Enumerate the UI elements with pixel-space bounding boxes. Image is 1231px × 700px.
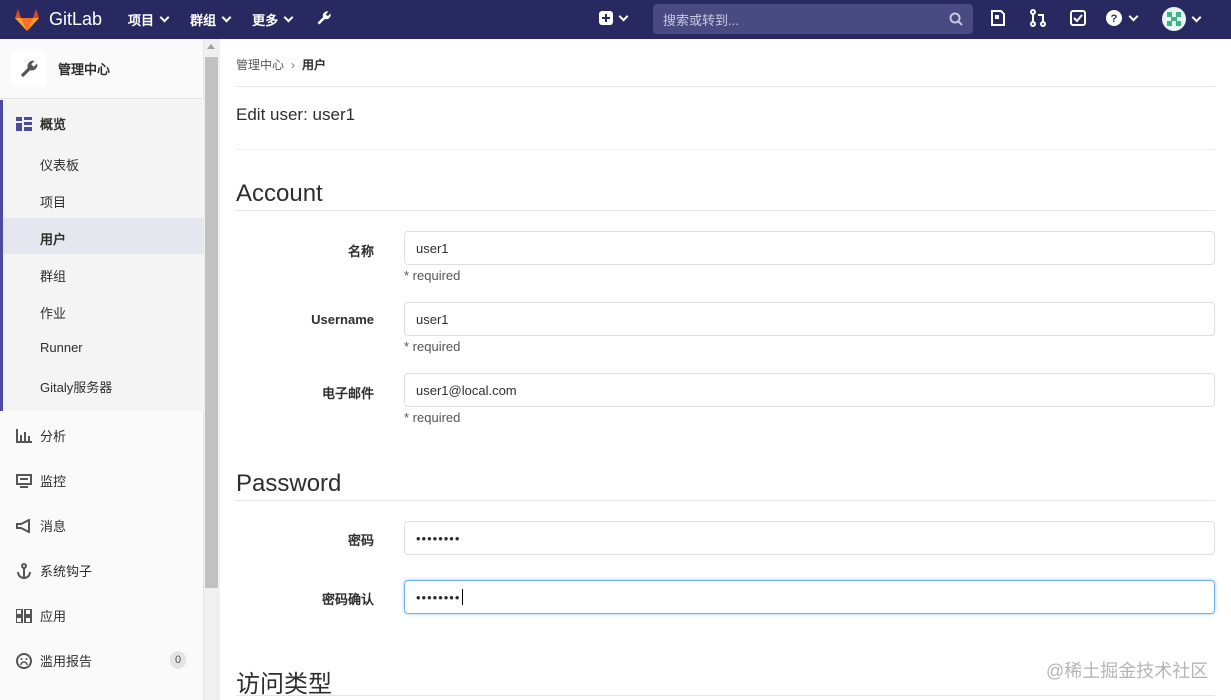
divider — [236, 500, 1215, 501]
chart-bar-icon — [16, 428, 32, 443]
top-navbar: GitLab 项目 群组 更多 搜索或转到... ? — [0, 0, 1231, 39]
required-hint: * required — [404, 410, 461, 425]
brand-name: GitLab — [49, 9, 103, 29]
password-confirm-field[interactable]: •••••••• — [404, 580, 1215, 614]
new-item-button[interactable] — [599, 11, 629, 25]
abuse-count-badge: 0 — [170, 651, 186, 669]
svg-text:?: ? — [1111, 13, 1118, 25]
wrench-icon — [20, 60, 38, 77]
sidebar-item-dashboard[interactable]: 仪表板 — [40, 155, 79, 174]
name-label: 名称 — [347, 244, 374, 259]
sidebar-item-system-hooks[interactable]: 系统钩子 — [16, 561, 92, 580]
brand-link[interactable]: GitLab — [14, 8, 102, 32]
password-confirm-label: 密码确认 — [321, 592, 374, 607]
breadcrumb-current[interactable]: 用户 — [302, 56, 326, 73]
chevron-down-icon — [159, 12, 170, 23]
dashboard-grid-icon — [16, 116, 32, 131]
access-section-title: 访问类型 — [236, 671, 332, 698]
email-label: 电子邮件 — [321, 386, 374, 401]
account-section-title: Account — [236, 180, 323, 207]
merge-requests-icon[interactable] — [1030, 9, 1046, 27]
admin-wrench-icon[interactable] — [316, 10, 332, 29]
sidebar-item-analytics[interactable]: 分析 — [16, 426, 66, 445]
sidebar-item-jobs[interactable]: 作业 — [40, 303, 66, 322]
username-field[interactable]: user1 — [404, 302, 1215, 336]
chevron-down-icon — [283, 12, 294, 23]
user-menu[interactable] — [1162, 7, 1202, 31]
help-icon: ? — [1106, 10, 1122, 26]
sidebar-header[interactable]: 管理中心 — [0, 39, 204, 99]
watermark: @稀土掘金技术社区 — [1046, 661, 1209, 681]
search-placeholder: 搜索或转到... — [663, 12, 739, 28]
nav-groups[interactable]: 群组 — [190, 10, 232, 29]
admin-avatar — [11, 50, 47, 87]
name-field[interactable]: user1 — [404, 231, 1215, 265]
megaphone-icon — [16, 518, 30, 533]
sidebar-item-runners[interactable]: Runner — [40, 340, 83, 355]
password-field[interactable]: •••••••• — [404, 521, 1215, 555]
chevron-down-icon — [1128, 11, 1139, 21]
page-title: Edit user: user1 — [236, 105, 356, 124]
sidebar-item-abuse-reports[interactable]: 滥用报告 — [16, 651, 92, 670]
sidebar-item-applications[interactable]: 应用 — [16, 606, 66, 625]
help-button[interactable]: ? — [1105, 9, 1139, 27]
issues-icon[interactable] — [990, 9, 1006, 27]
nav-projects[interactable]: 项目 — [128, 10, 170, 29]
password-section-title: Password — [236, 470, 342, 497]
monitor-icon — [16, 473, 32, 488]
avatar — [1162, 7, 1186, 31]
divider — [236, 695, 1215, 696]
sidebar-item-groups[interactable]: 群组 — [40, 266, 66, 285]
overview-section — [0, 100, 204, 411]
sidebar-item-messages[interactable]: 消息 — [16, 516, 66, 535]
chevron-down-icon — [221, 12, 232, 23]
scrollbar-thumb[interactable] — [205, 57, 218, 588]
active-item-highlight — [3, 218, 204, 254]
username-label: Username — [311, 312, 374, 327]
breadcrumb: 管理中心 › 用户 — [236, 56, 326, 73]
sidebar-item-overview[interactable]: 概览 — [16, 114, 66, 133]
chevron-down-icon — [1191, 12, 1202, 22]
apps-grid-icon — [16, 608, 32, 623]
divider — [236, 210, 1215, 211]
search-input[interactable]: 搜索或转到... — [653, 4, 973, 34]
sad-face-icon — [16, 652, 32, 669]
todos-icon[interactable] — [1070, 9, 1086, 27]
chevron-down-icon — [618, 11, 629, 21]
divider — [236, 86, 1215, 87]
sidebar-title: 管理中心 — [58, 62, 111, 77]
nav-more[interactable]: 更多 — [252, 10, 294, 29]
sidebar-item-projects[interactable]: 项目 — [40, 192, 66, 211]
sidebar: 管理中心 概览 仪表板 项目 用户 群组 作业 Runner Gitaly服务器… — [0, 39, 204, 700]
text-cursor — [462, 589, 464, 605]
scroll-up-arrow[interactable] — [207, 44, 215, 49]
sidebar-item-monitoring[interactable]: 监控 — [16, 471, 66, 490]
breadcrumb-separator: › — [291, 57, 296, 72]
breadcrumb-parent[interactable]: 管理中心 — [236, 56, 284, 73]
divider — [236, 149, 1215, 150]
sidebar-item-users[interactable]: 用户 — [40, 229, 66, 248]
required-hint: * required — [404, 268, 461, 283]
email-field[interactable]: user1@local.com — [404, 373, 1215, 407]
password-label: 密码 — [347, 533, 374, 548]
search-icon — [949, 12, 963, 26]
gitlab-logo-icon — [15, 8, 39, 31]
sidebar-item-gitaly[interactable]: Gitaly服务器 — [40, 377, 112, 396]
anchor-icon — [17, 562, 31, 579]
plus-square-icon — [599, 11, 613, 25]
required-hint: * required — [404, 339, 461, 354]
